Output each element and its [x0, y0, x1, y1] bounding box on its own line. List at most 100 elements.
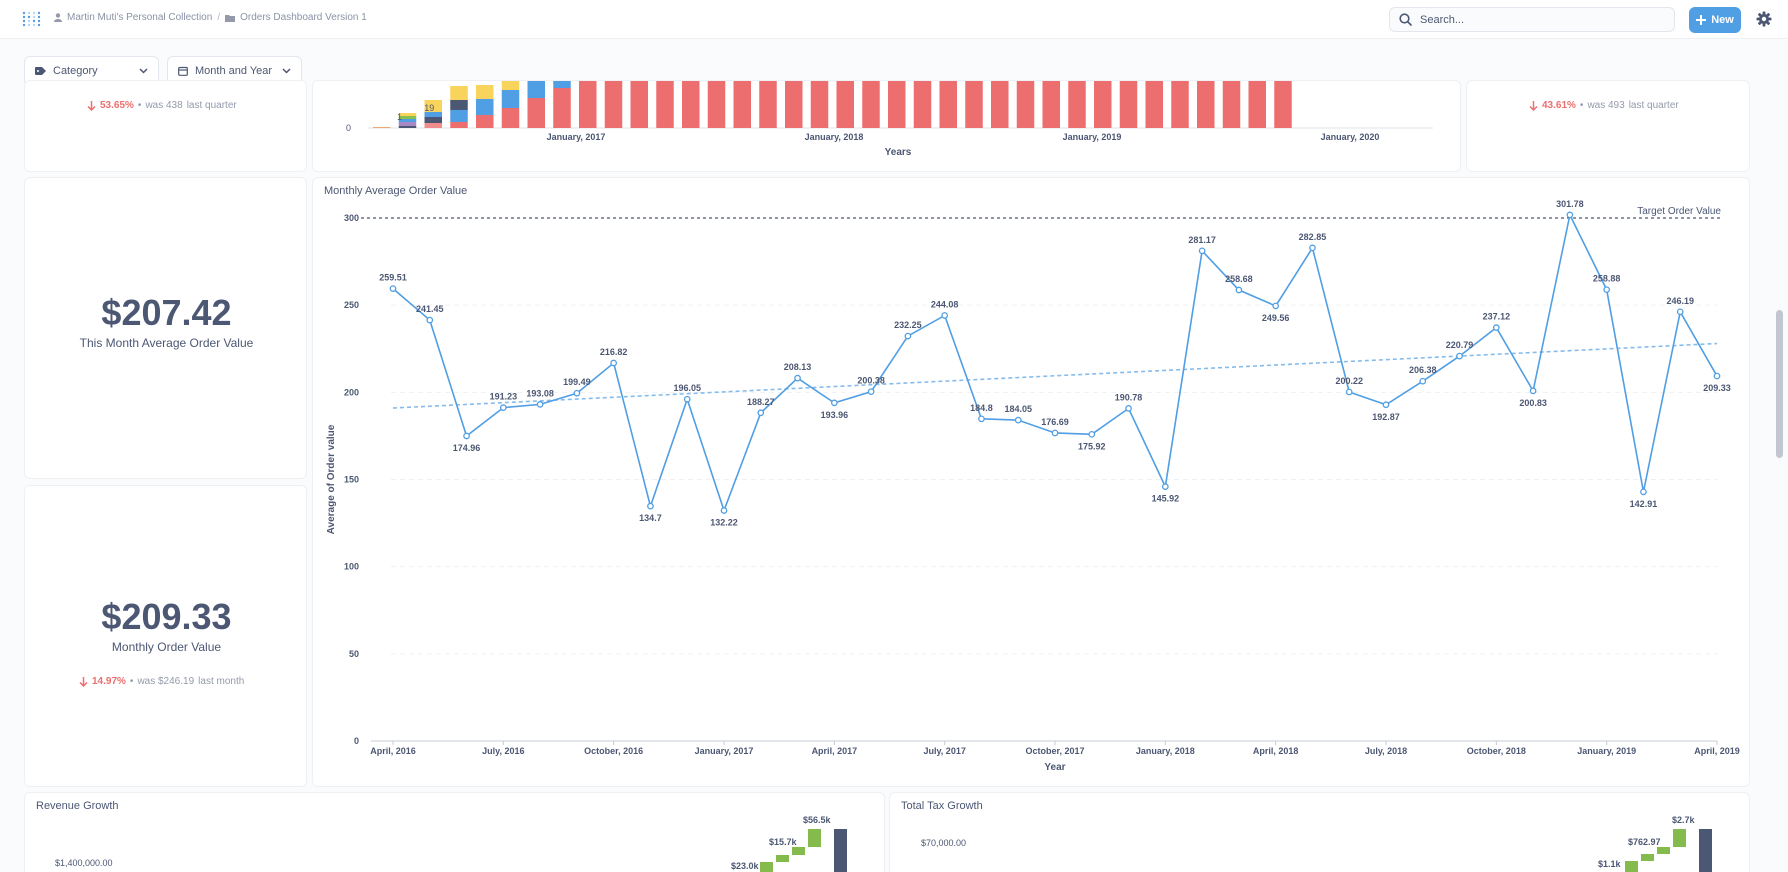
search-icon	[1399, 13, 1412, 26]
data-label: 145.92	[1152, 494, 1180, 504]
filter-category-label: Category	[53, 65, 98, 77]
search-input[interactable]	[1420, 13, 1650, 26]
data-label: 200.83	[1519, 398, 1547, 408]
data-label: 188.27	[747, 397, 775, 407]
new-button[interactable]: New	[1689, 7, 1741, 33]
monthly-aov-card: Monthly Average Order Value 0 50 100 150 200…	[312, 177, 1750, 787]
bar-segment	[1248, 81, 1266, 128]
data-point	[1272, 302, 1280, 310]
data-point	[1713, 372, 1721, 380]
bar-segment	[553, 81, 571, 88]
y-tick-label: 100	[344, 562, 359, 572]
data-point	[389, 285, 397, 292]
data-point	[1051, 429, 1059, 437]
data-label: 237.12	[1483, 312, 1511, 322]
x-axis-label: Years	[885, 147, 912, 158]
metabase-logo-icon[interactable]	[22, 10, 44, 28]
bar-segment	[836, 81, 854, 128]
data-point	[1566, 211, 1574, 219]
data-label: 208.13	[784, 362, 812, 372]
calendar-icon	[178, 66, 188, 76]
data-label: 191.23	[490, 392, 518, 402]
arrow-down-icon	[79, 676, 88, 687]
data-label: 246.19	[1666, 296, 1694, 306]
x-tick-label: July, 2016	[482, 746, 524, 756]
data-label: 244.08	[931, 299, 959, 309]
x-tick-label: January, 2018	[805, 132, 864, 142]
bar-segment	[888, 81, 906, 128]
data-label: 200.22	[1335, 376, 1363, 386]
data-label: 134.7	[639, 513, 662, 523]
bar-segment	[527, 98, 545, 128]
x-tick-label: January, 2017	[695, 746, 754, 756]
bar-segment	[604, 81, 623, 128]
data-label: 196.05	[673, 383, 701, 393]
waterfall-label: $1.1k	[1598, 859, 1622, 869]
data-point	[720, 507, 728, 514]
bar-segment	[476, 99, 494, 115]
series-line	[392, 212, 1718, 513]
bar-segment	[1197, 81, 1215, 128]
waterfall-bar	[1673, 829, 1686, 847]
y-tick-label: 250	[344, 300, 359, 310]
breadcrumb-collection[interactable]: Martin Muti's Personal Collection	[67, 12, 212, 23]
data-point	[1198, 247, 1206, 255]
new-button-label: New	[1711, 14, 1734, 26]
data-label: 193.08	[526, 388, 554, 398]
revenue-growth-card: Revenue Growth $1,400,000.00 $56.5k $15.…	[24, 792, 885, 872]
bar-segment	[1222, 81, 1241, 128]
bar-segment	[991, 81, 1009, 128]
bar-segment	[913, 81, 932, 128]
data-label: 176.69	[1041, 417, 1069, 427]
data-point	[867, 388, 875, 396]
bar-segment	[476, 115, 494, 128]
waterfall-total-bar	[834, 829, 847, 872]
orders-by-year-card: 0 1 19 January, 2017 January, 2018 January, 2…	[312, 80, 1461, 172]
search-bar[interactable]	[1389, 7, 1675, 32]
bar-segment	[373, 127, 391, 128]
data-point	[1640, 488, 1647, 496]
bar-segment	[939, 81, 957, 128]
trend-previous: was 438	[145, 100, 183, 111]
data-label: 216.82	[600, 347, 628, 357]
data-point	[1676, 308, 1684, 316]
data-label: 281.17	[1188, 235, 1216, 245]
y-tick-label: 300	[344, 213, 359, 223]
this-month-aov-value: $207.42	[101, 292, 232, 333]
bar-segment	[1042, 81, 1060, 128]
arrow-down-icon	[87, 100, 96, 111]
bar-segment	[424, 117, 442, 123]
trend-dot: •	[137, 100, 142, 111]
x-tick-label: October, 2016	[584, 746, 643, 756]
data-label: 174.96	[453, 443, 481, 453]
y-axis-label: Average of Order value	[326, 424, 337, 534]
bar-segment	[810, 81, 829, 128]
data-point	[1603, 286, 1611, 294]
data-label: 241.45	[416, 304, 444, 314]
data-point	[1161, 483, 1169, 490]
data-point	[978, 415, 985, 423]
data-point	[573, 389, 581, 397]
data-label: 142.91	[1630, 499, 1658, 509]
gear-icon[interactable]	[1756, 11, 1772, 27]
trend-indicator: 14.97% • was $246.19 last month	[79, 676, 244, 687]
waterfall-label: $762.97	[1628, 837, 1661, 847]
bar-value-label: 1	[397, 112, 402, 122]
bar-segment	[630, 81, 648, 128]
x-axis-label: Year	[1044, 762, 1065, 773]
monthly-order-value: $209.33	[101, 596, 232, 637]
y-tick-label: 50	[349, 649, 359, 659]
page-scrollbar[interactable]	[1776, 310, 1783, 458]
monthly-order-label: Monthly Order Value	[111, 640, 222, 654]
trend-indicator: 53.65% • was 438 last quarter	[87, 100, 237, 111]
data-point	[499, 404, 507, 411]
bar-segment	[450, 110, 468, 122]
bar-segment	[501, 108, 520, 128]
breadcrumb-dashboard[interactable]: Orders Dashboard Version 1	[240, 12, 367, 23]
data-point	[830, 399, 838, 407]
trend-period: last quarter	[1628, 100, 1679, 111]
trend-period: last quarter	[186, 100, 237, 111]
bar-segment	[1171, 81, 1189, 128]
data-point	[610, 359, 618, 367]
bar-segment	[707, 81, 726, 128]
